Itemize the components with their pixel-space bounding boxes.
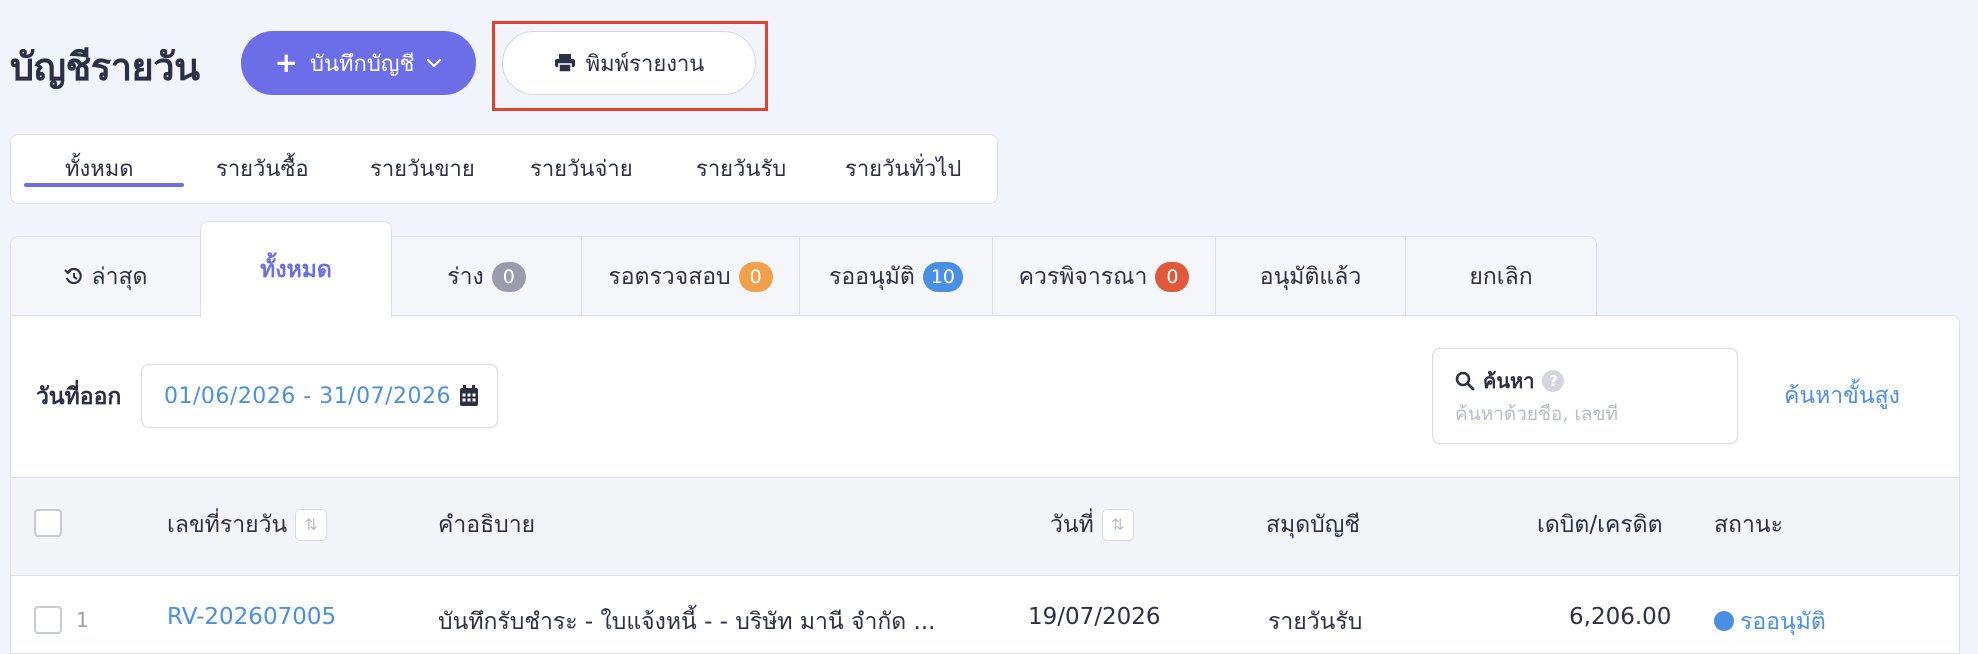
plus-icon: + (274, 46, 298, 79)
row-number: 1 (76, 608, 89, 632)
status-tab-consider-label: ควรพิจารณา (1018, 263, 1148, 290)
status-tab-cancelled[interactable]: ยกเลิก (1405, 236, 1597, 316)
status-tab-all[interactable]: ทั้งหมด (200, 221, 392, 317)
status-tab-pending-review-label: รอตรวจสอบ (608, 263, 731, 290)
record-entry-button[interactable]: + บันทึกบัญชี (241, 31, 476, 95)
pending-review-count-badge: 0 (738, 261, 773, 292)
search-icon (1455, 371, 1475, 391)
column-status: สถานะ (1714, 507, 1783, 543)
row-amount: 6,206.00 (1569, 604, 1672, 630)
type-tab-general[interactable]: รายวันทั่วไป (845, 151, 961, 186)
status-tab-latest-label: ล่าสุด (91, 263, 148, 290)
status-tab-pending-review[interactable]: รอตรวจสอบ 0 (581, 236, 800, 316)
status-tab-all-label: ทั้งหมด (260, 256, 332, 283)
status-dot-icon (1714, 611, 1734, 631)
status-tab-approved-label: อนุมัติแล้ว (1259, 263, 1362, 290)
column-date[interactable]: วันที่ ⇅ (1050, 507, 1134, 543)
row-status-label: รออนุมัติ (1740, 609, 1826, 635)
search-label: ค้นหา (1483, 369, 1535, 393)
status-tab-cancelled-label: ยกเลิก (1469, 263, 1533, 290)
status-tab-latest[interactable]: ล่าสุด (10, 236, 201, 316)
sort-icon[interactable]: ⇅ (1101, 509, 1134, 541)
column-description-label: คำอธิบาย (438, 512, 536, 538)
advanced-search-link[interactable]: ค้นหาขั้นสูง (1784, 378, 1900, 414)
sort-icon[interactable]: ⇅ (295, 509, 328, 541)
status-tab-draft[interactable]: ร่าง 0 (391, 236, 582, 316)
journal-type-tabs: ทั้งหมด รายวันซื้อ รายวันขาย รายวันจ่าย … (10, 134, 998, 204)
search-input[interactable] (1455, 403, 1717, 425)
calendar-icon (460, 385, 479, 406)
column-book: สมุดบัญชี (1266, 507, 1360, 543)
consider-count-badge: 0 (1155, 261, 1190, 292)
row-checkbox[interactable] (34, 606, 62, 634)
type-tab-receipt[interactable]: รายวันรับ (696, 151, 786, 186)
active-tab-indicator (24, 183, 184, 187)
record-entry-label: บันทึกบัญชี (310, 51, 415, 77)
date-range-picker[interactable]: 01/06/2026 - 31/07/2026 (141, 364, 498, 428)
column-book-label: สมุดบัญชี (1266, 512, 1360, 538)
type-tab-payment[interactable]: รายวันจ่าย (530, 151, 633, 186)
column-amount-label: เดบิต/เครดิต (1537, 512, 1663, 538)
help-icon[interactable]: ? (1542, 370, 1565, 392)
status-tab-draft-label: ร่าง (447, 263, 484, 290)
select-all-checkbox[interactable] (34, 509, 62, 537)
column-description: คำอธิบาย (438, 507, 535, 543)
awaiting-approval-count-badge: 10 (922, 261, 963, 292)
history-icon (63, 267, 82, 284)
row-book: รายวันรับ (1268, 609, 1363, 635)
date-range-value: 01/06/2026 - 31/07/2026 (164, 383, 452, 409)
date-filter-label: วันที่ออก (36, 384, 122, 410)
column-doc-no[interactable]: เลขที่รายวัน ⇅ (167, 507, 328, 543)
search-box: ค้นหา ? (1432, 348, 1738, 444)
column-status-label: สถานะ (1714, 512, 1783, 538)
column-doc-no-label: เลขที่รายวัน (167, 512, 288, 538)
page-title: บัญชีรายวัน (10, 45, 200, 89)
status-tab-awaiting-approval-label: รออนุมัติ (829, 263, 915, 290)
search-label-row: ค้นหา ? (1455, 365, 1565, 397)
row-doc-no-link[interactable]: RV-202607005 (167, 604, 336, 630)
type-tab-all[interactable]: ทั้งหมด (65, 151, 134, 186)
column-amount: เดบิต/เครดิต (1537, 507, 1663, 543)
status-tab-approved[interactable]: อนุมัติแล้ว (1215, 236, 1406, 316)
column-date-label: วันที่ (1050, 512, 1094, 538)
row-status[interactable]: รออนุมัติ (1714, 604, 1826, 640)
highlight-box (492, 21, 768, 111)
status-tab-awaiting-approval[interactable]: รออนุมัติ 10 (799, 236, 993, 316)
row-description: บันทึกรับชำระ - ใบแจ้งหนี้ - - บริษัท มา… (438, 609, 936, 635)
draft-count-badge: 0 (491, 261, 526, 292)
type-tab-sales[interactable]: รายวันขาย (370, 151, 475, 186)
row-date: 19/07/2026 (1028, 604, 1161, 630)
status-tab-consider[interactable]: ควรพิจารณา 0 (992, 236, 1216, 316)
chevron-down-icon (427, 58, 442, 68)
type-tab-purchase[interactable]: รายวันซื้อ (216, 151, 309, 186)
